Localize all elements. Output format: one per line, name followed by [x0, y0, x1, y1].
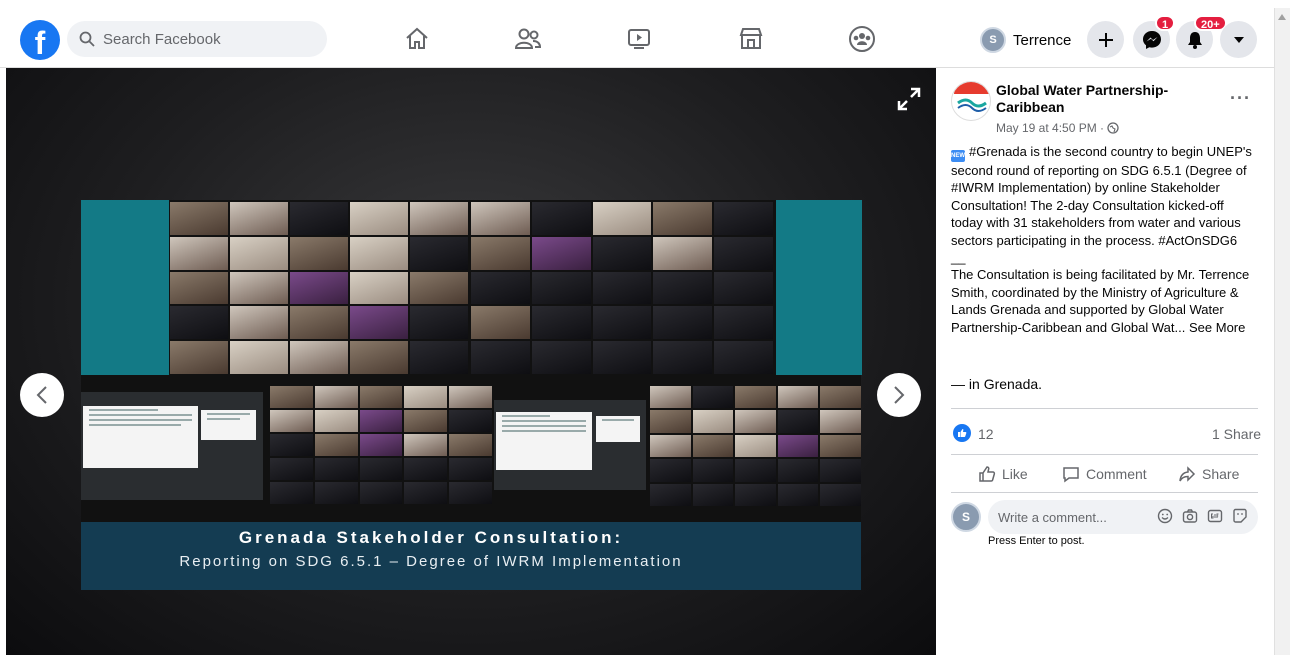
- share-button[interactable]: Share: [1178, 463, 1239, 485]
- fullscreen-icon[interactable]: [896, 86, 922, 117]
- video-grid-bottom-right: [650, 386, 861, 506]
- next-photo-button[interactable]: [877, 373, 921, 417]
- divider: [951, 492, 1258, 493]
- comment-label: Comment: [1086, 466, 1147, 482]
- camera-icon[interactable]: [1182, 508, 1198, 524]
- profile-button[interactable]: S Terrence: [980, 24, 1071, 56]
- like-count[interactable]: 12: [978, 426, 994, 442]
- page-avatar[interactable]: [951, 81, 991, 121]
- sticker-icon[interactable]: [1232, 508, 1248, 524]
- post-options-icon[interactable]: ···: [1230, 88, 1251, 109]
- friends-icon[interactable]: [513, 24, 543, 54]
- gif-icon[interactable]: [1207, 508, 1223, 524]
- messenger-icon: [1142, 30, 1161, 49]
- post-text-paragraph-1: #Grenada is the second country to begin …: [951, 144, 1252, 248]
- location-prefix: — in: [951, 376, 980, 392]
- chevron-right-icon: [894, 386, 905, 404]
- caret-down-icon: [1233, 36, 1244, 43]
- press-enter-hint: Press Enter to post.: [988, 535, 1085, 547]
- chevron-left-icon: [36, 386, 47, 404]
- video-grid-right: [471, 202, 773, 374]
- comment-button[interactable]: Comment: [1062, 463, 1147, 485]
- notifications-badge: 20+: [1194, 15, 1227, 31]
- top-navigation-bar: f S Terrence 1 20+: [0, 0, 1290, 68]
- plus-icon: [1098, 32, 1113, 47]
- like-button[interactable]: Like: [978, 463, 1028, 485]
- share-count[interactable]: 1 Share: [1212, 426, 1261, 442]
- banner-subtitle: Reporting on SDG 6.5.1 – Degree of IWRM …: [179, 553, 683, 570]
- shared-screen-2: [494, 400, 646, 490]
- share-label: Share: [1202, 466, 1240, 482]
- bell-icon: [1187, 31, 1202, 49]
- post-body: NEW #Grenada is the second country to beg…: [951, 143, 1259, 336]
- watch-icon[interactable]: [624, 24, 654, 54]
- messenger-button[interactable]: 1: [1133, 15, 1176, 58]
- comment-box[interactable]: [988, 500, 1258, 534]
- new-emoji-icon: NEW: [951, 150, 965, 162]
- globe-icon: [1107, 122, 1119, 134]
- account-menu-button[interactable]: [1220, 21, 1257, 58]
- post-timestamp[interactable]: May 19 at 4:50 PM ·: [996, 121, 1119, 135]
- page-scrollbar[interactable]: [1274, 8, 1290, 655]
- see-more-link[interactable]: See More: [1189, 320, 1245, 335]
- video-grid-left: [170, 202, 468, 374]
- search-input[interactable]: [103, 30, 303, 48]
- divider: [951, 408, 1258, 409]
- post-time-text: May 19 at 4:50 PM ·: [996, 121, 1105, 135]
- thumbs-up-icon: [979, 466, 996, 482]
- marketplace-icon[interactable]: [736, 24, 766, 54]
- divider: [951, 454, 1258, 455]
- comment-input[interactable]: [998, 509, 1138, 525]
- facebook-logo[interactable]: f: [20, 20, 60, 60]
- slide-teal-panel-left: [81, 200, 169, 375]
- search-icon: [79, 31, 95, 47]
- home-icon[interactable]: [402, 24, 432, 54]
- search-bar[interactable]: [67, 21, 327, 57]
- emoji-icon[interactable]: [1157, 508, 1173, 524]
- page-name-link[interactable]: Global Water Partnership-Caribbean: [996, 82, 1206, 116]
- comment-icon: [1063, 467, 1079, 483]
- groups-icon[interactable]: [847, 24, 877, 54]
- messenger-badge: 1: [1155, 15, 1176, 31]
- post-separator: __: [951, 250, 966, 266]
- shared-screen-1: [81, 392, 263, 500]
- comment-tools: [1157, 508, 1248, 524]
- video-grid-bottom-left: [270, 386, 492, 504]
- share-icon: [1179, 466, 1196, 482]
- previous-photo-button[interactable]: [20, 373, 64, 417]
- profile-name: Terrence: [1013, 31, 1072, 49]
- gwp-logo-icon: [954, 82, 990, 112]
- banner-title: Grenada Stakeholder Consultation:: [238, 528, 624, 547]
- location-link[interactable]: Grenada.: [984, 376, 1042, 392]
- commenter-avatar[interactable]: S: [951, 502, 981, 532]
- like-reaction-icon[interactable]: [953, 424, 971, 442]
- slide-teal-panel-right: [776, 200, 862, 375]
- scroll-up-arrow-icon[interactable]: [1278, 14, 1286, 20]
- like-label: Like: [1002, 466, 1028, 482]
- post-location: — in Grenada.: [951, 376, 1042, 392]
- notifications-button[interactable]: 20+: [1176, 15, 1227, 58]
- user-avatar: S: [980, 27, 1006, 53]
- create-button[interactable]: [1087, 21, 1124, 58]
